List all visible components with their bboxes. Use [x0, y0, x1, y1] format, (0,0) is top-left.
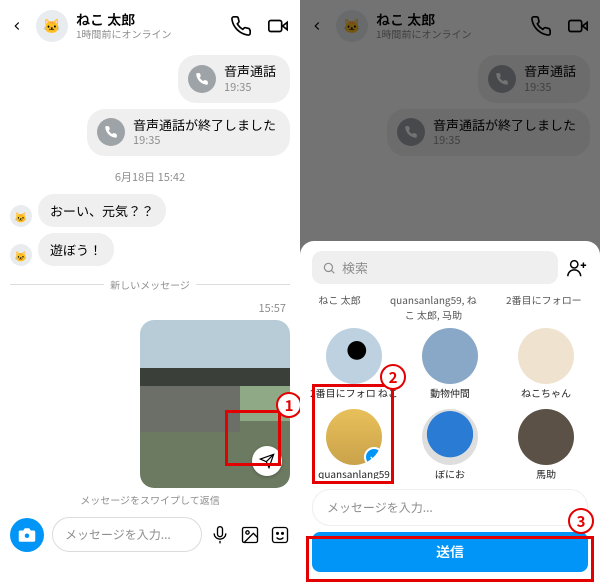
message-input[interactable]: メッセージを入力...: [52, 517, 202, 552]
avatar[interactable]: 🐱: [10, 244, 32, 266]
call-time: 19:35: [133, 132, 276, 148]
contact-avatar[interactable]: [422, 409, 478, 465]
video-icon[interactable]: [266, 15, 290, 37]
message-bubble[interactable]: おーい、元気？？: [38, 194, 166, 227]
contact-label: 動物仲間: [430, 387, 470, 399]
sticker-icon[interactable]: [270, 525, 290, 545]
call-bubble[interactable]: 音声通話 19:35: [178, 55, 290, 103]
gallery-icon[interactable]: [240, 525, 260, 545]
chat-header: 🐱 ねこ 太郎 1時間前にオンライン: [0, 0, 300, 52]
sheet-message-input[interactable]: メッセージを入力...: [312, 489, 588, 526]
contact-avatar[interactable]: [422, 328, 478, 384]
call-log-row: 音声通話が終了しました 19:35: [0, 106, 300, 160]
contact-avatar[interactable]: [518, 409, 574, 465]
new-message-divider: 新しいメッセージ: [10, 277, 290, 292]
back-icon[interactable]: [10, 19, 28, 33]
avatar[interactable]: 🐱: [10, 205, 32, 227]
search-input[interactable]: 検索: [312, 251, 558, 284]
annotation-number-3: 3: [568, 508, 594, 534]
call-label: 音声通話が終了しました: [133, 117, 276, 133]
contact-cell[interactable]: ねこちゃん: [498, 328, 594, 399]
recent-label: quansanlang59, ねこ 太郎, 马助: [389, 292, 477, 322]
annotation-box-3: [306, 536, 594, 582]
annotation-number-2: 2: [380, 364, 406, 390]
message-row: 🐱 おーい、元気？？: [0, 191, 300, 230]
contact-avatar[interactable]: [518, 328, 574, 384]
call-label: 音声通話: [224, 63, 276, 79]
avatar[interactable]: 🐱: [36, 10, 68, 42]
call-log-row: 音声通話 19:35: [0, 52, 300, 106]
message-bubble[interactable]: 遊ぼう！: [38, 233, 114, 266]
call-time: 19:35: [224, 79, 276, 95]
contact-cell[interactable]: 馬助: [498, 409, 594, 480]
recent-label: 2番目にフォロー: [506, 292, 582, 322]
mic-icon[interactable]: [210, 525, 230, 545]
composer: メッセージを入力...: [0, 511, 300, 558]
contact-cell[interactable]: ぼにお: [402, 409, 498, 480]
contact-label: ぼにお: [435, 468, 465, 480]
share-pane: 🐱 ねこ 太郎 1時間前にオンライン 音声通話19:35 音声通話が終了しました…: [300, 0, 600, 588]
contact-label: 馬助: [536, 468, 556, 480]
chat-subtitle: 1時間前にオンライン: [76, 28, 230, 39]
annotation-number-1: 1: [276, 392, 300, 418]
phone-icon: [188, 65, 216, 93]
message-row: 🐱 遊ぼう！: [0, 230, 300, 269]
call-bubble[interactable]: 音声通話が終了しました 19:35: [87, 109, 290, 157]
contact-label: ねこちゃん: [521, 387, 571, 399]
annotation-box-1: [225, 410, 281, 466]
contact-avatar[interactable]: [326, 328, 382, 384]
chat-pane: 🐱 ねこ 太郎 1時間前にオンライン 音声通話 19:35: [0, 0, 300, 588]
contact-cell[interactable]: 動物仲間: [402, 328, 498, 399]
camera-button[interactable]: [10, 518, 44, 552]
call-icon[interactable]: [230, 15, 252, 37]
annotation-box-2: [312, 384, 394, 484]
search-icon: [322, 261, 336, 275]
message-time: 15:57: [0, 300, 300, 320]
add-people-icon[interactable]: [566, 257, 588, 279]
date-stamp: 6月18日 15:42: [0, 169, 300, 185]
phone-icon: [97, 118, 125, 146]
swipe-hint: メッセージをスワイプして返信: [0, 492, 300, 507]
recent-label: ねこ 太郎: [318, 292, 360, 322]
